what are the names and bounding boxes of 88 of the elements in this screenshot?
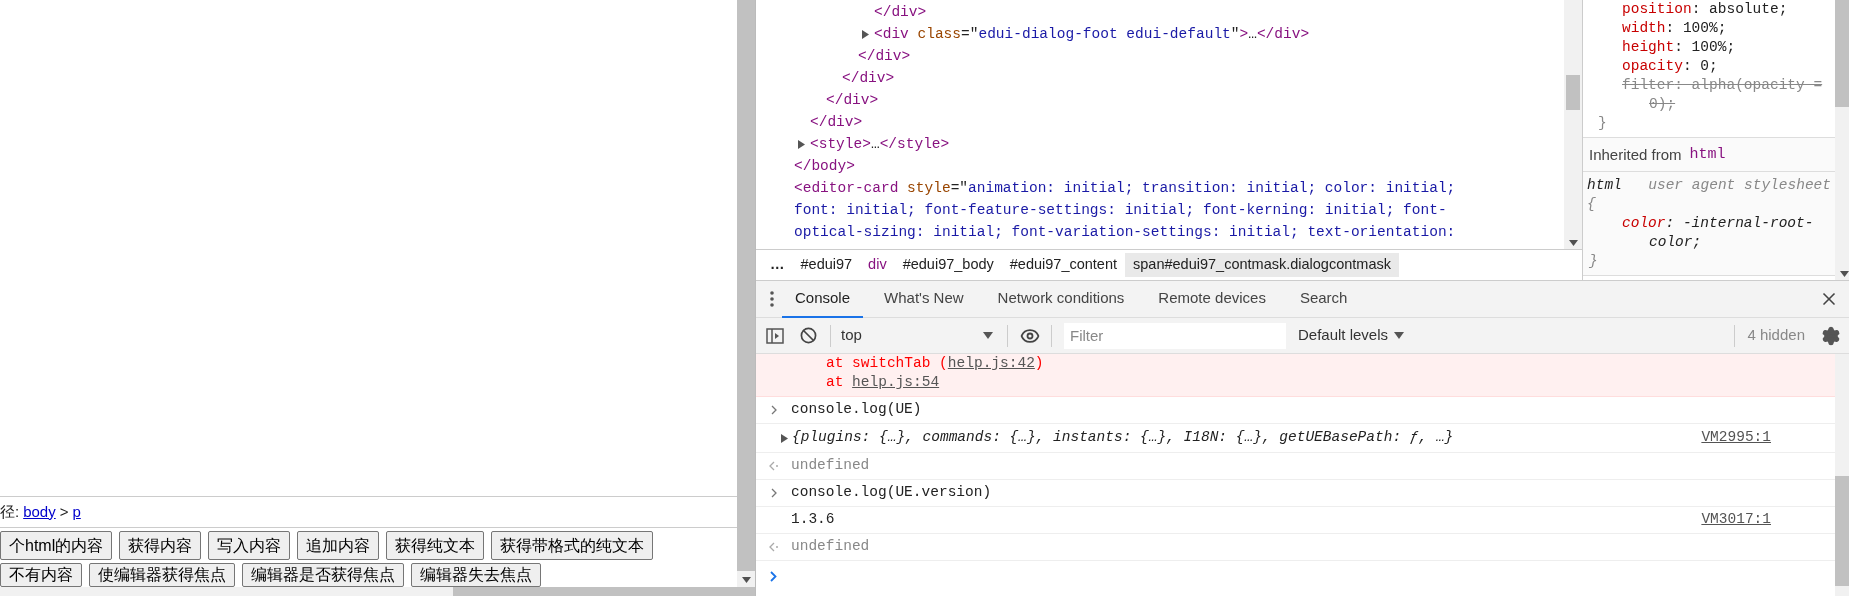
path-separator: > — [59, 501, 69, 522]
stylesheet-origin: user agent stylesheet — [1648, 176, 1831, 195]
breadcrumb-item[interactable]: div — [860, 253, 895, 277]
dom-node-line[interactable]: </div> — [874, 1, 1564, 23]
prompt-chevron-icon[interactable] — [770, 570, 777, 582]
expand-triangle-icon[interactable] — [797, 139, 805, 149]
drawer-tab[interactable]: Remote devices — [1145, 280, 1279, 318]
filter-field[interactable]: Filter — [1064, 322, 1286, 349]
source-link[interactable]: help.js:42 — [947, 355, 1035, 371]
editor-action-button[interactable]: 编辑器是否获得焦点 — [242, 563, 404, 587]
object-preview[interactable]: {plugins: {…}, commands: {…}, instants: {…}, I18N: {…}, getUEBasePath: ƒ, …} — [792, 427, 1454, 449]
dom-node-line[interactable]: </div> — [842, 67, 1532, 89]
inherited-element-link[interactable]: html — [1689, 145, 1726, 164]
scroll-down-arrow-icon[interactable] — [1839, 271, 1849, 277]
scrollbar-thumb[interactable] — [1835, 476, 1849, 586]
css-property[interactable]: color: -internal-root-color; — [1583, 214, 1835, 252]
scrollbar-thumb[interactable] — [1835, 0, 1849, 107]
scroll-down-arrow-icon[interactable] — [1568, 240, 1578, 246]
stack-trace-text: ) — [1034, 355, 1044, 371]
path-link[interactable]: body — [23, 500, 56, 524]
inherited-from-label: Inherited from — [1589, 145, 1682, 164]
editor-action-button[interactable]: 编辑器失去焦点 — [411, 563, 541, 587]
breadcrumb-item[interactable]: #edui97_content — [1001, 253, 1126, 277]
expand-triangle-icon[interactable] — [780, 433, 788, 443]
console-result: undefined — [791, 456, 870, 476]
breadcrumb-item[interactable]: … — [762, 253, 793, 277]
scrollbar[interactable] — [1564, 0, 1582, 249]
sidebar-toggle-icon[interactable] — [766, 327, 784, 344]
editor-action-button[interactable]: 获得带格式的纯文本 — [491, 531, 654, 560]
breadcrumb-item[interactable]: #edui97_body — [894, 253, 1002, 277]
dom-node-line[interactable]: <editor-card style="animation: initial; transition: initial; color: initial; font: initial; font-feature-settings: initial; font-kerning: initial; font-optical-sizing: initial; font-variation-settings: initial; text-orientation: — [794, 177, 1484, 243]
caret-icon — [1394, 332, 1405, 339]
drawer-tab[interactable]: Search — [1286, 280, 1361, 318]
input-chevron-icon — [770, 488, 777, 498]
editor-action-button[interactable]: 写入内容 — [208, 531, 291, 560]
log-levels-dropdown[interactable]: Default levels — [1296, 322, 1407, 349]
dom-node-line[interactable]: </div> — [810, 111, 1500, 133]
rule-brace: { — [1587, 196, 1596, 212]
console-result: undefined — [791, 537, 870, 557]
horizontal-scrollbar[interactable] — [0, 587, 755, 596]
css-property[interactable]: height: 100%; — [1583, 38, 1835, 57]
breadcrumb-item[interactable]: span#edui97_contmask.dialogcontmask — [1125, 253, 1399, 277]
css-property[interactable]: width: 100%; — [1583, 19, 1835, 38]
breadcrumb-item[interactable]: #edui97 — [792, 253, 861, 277]
stack-trace-text: at — [826, 374, 845, 390]
caret-icon — [983, 332, 993, 339]
editor-action-button[interactable]: 追加内容 — [297, 531, 380, 560]
dom-node-line[interactable]: <style>…</style> — [810, 133, 1500, 155]
path-link[interactable]: p — [72, 500, 81, 524]
editor-action-button[interactable]: 不有内容 — [0, 563, 82, 587]
dom-node-line[interactable]: <div class="edui-dialog-foot edui-default">…</div> — [874, 23, 1564, 45]
console-command: console.log(UE.version) — [791, 483, 992, 503]
scrollbar-thumb[interactable] — [1566, 75, 1580, 110]
rule-brace: } — [1588, 252, 1598, 271]
editor-action-button[interactable]: 使编辑器获得焦点 — [89, 563, 235, 587]
clear-console-icon[interactable] — [800, 327, 817, 344]
source-link[interactable]: VM2995:1 — [1701, 427, 1771, 449]
console-log-output: 1.3.6 — [791, 510, 835, 530]
stack-trace-text: at switchTab ( — [826, 355, 948, 371]
css-property[interactable]: opacity: 0; — [1583, 57, 1835, 76]
more-options-icon[interactable] — [770, 291, 774, 307]
result-arrow-icon — [768, 542, 779, 552]
rule-brace: } — [1597, 114, 1607, 133]
source-link[interactable]: VM3017:1 — [1701, 509, 1771, 531]
css-property[interactable]: position: absolute; — [1583, 0, 1835, 19]
context-selector[interactable]: top — [831, 322, 1001, 349]
editor-action-button[interactable]: 获得纯文本 — [386, 531, 485, 560]
hidden-count: 4 hidden — [1747, 325, 1805, 346]
source-link[interactable]: help.js:54 — [852, 374, 940, 390]
console-command: console.log(UE) — [791, 400, 922, 420]
path-label: 径: — [0, 501, 20, 522]
scrollbar[interactable] — [1835, 354, 1849, 596]
scrollbar-thumb[interactable] — [453, 587, 755, 596]
drawer-tab[interactable]: Network conditions — [984, 280, 1138, 318]
drawer-tab[interactable]: What's New — [871, 280, 977, 318]
scrollbar[interactable] — [1835, 0, 1849, 280]
settings-icon[interactable] — [1821, 325, 1841, 346]
dom-node-line[interactable]: </div> — [826, 89, 1516, 111]
scroll-down-arrow-icon[interactable] — [741, 577, 751, 583]
result-arrow-icon — [768, 461, 779, 471]
expand-triangle-icon[interactable] — [861, 29, 869, 39]
editor-action-button[interactable]: 获得内容 — [119, 531, 202, 560]
dom-node-line[interactable]: </div> — [858, 45, 1548, 67]
css-property[interactable]: filter: alpha(opacity = 0); — [1583, 76, 1835, 114]
editor-action-button[interactable]: 个html的内容 — [0, 531, 113, 560]
css-selector: html — [1587, 177, 1622, 193]
dom-node-line[interactable]: </body> — [794, 155, 1484, 177]
input-chevron-icon — [770, 405, 777, 415]
